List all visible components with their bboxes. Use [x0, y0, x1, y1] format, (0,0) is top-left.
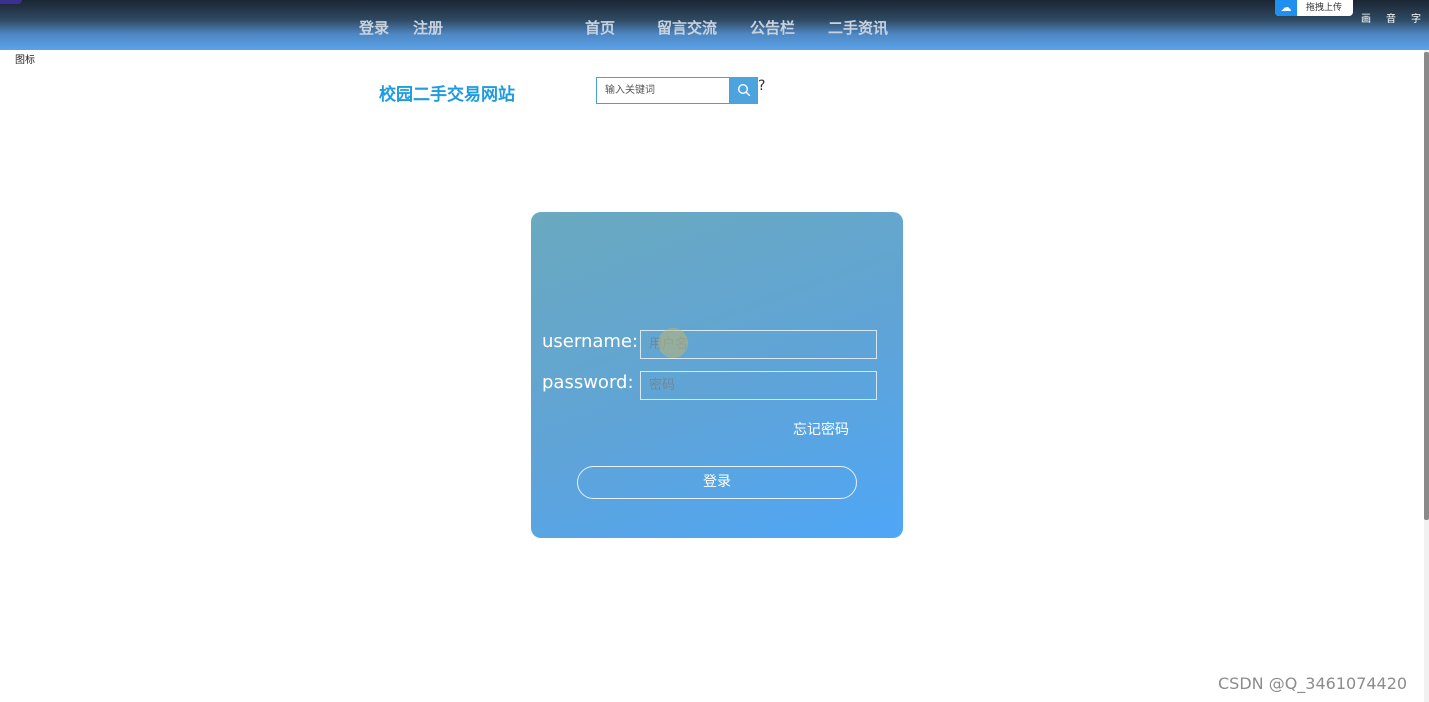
tool-draw[interactable]: 画	[1361, 10, 1371, 25]
password-label: password:	[542, 372, 634, 393]
cloud-upload-icon: ☁	[1275, 0, 1297, 16]
nav-link-login[interactable]: 登录	[359, 18, 389, 38]
nav-link-news[interactable]: 二手资讯	[828, 18, 888, 38]
tool-audio[interactable]: 音	[1386, 10, 1396, 25]
nav-link-register[interactable]: 注册	[413, 18, 443, 38]
login-submit-button[interactable]: 登录	[577, 466, 857, 499]
nav-link-home[interactable]: 首页	[585, 18, 615, 38]
tool-text[interactable]: 字	[1411, 10, 1421, 25]
forgot-password-link[interactable]: 忘记密码	[793, 419, 849, 439]
upload-button[interactable]: ☁ 拖拽上传	[1275, 0, 1353, 16]
nav-link-messages[interactable]: 留言交流	[657, 18, 717, 38]
scrollbar-thumb[interactable]	[1424, 52, 1429, 520]
nav-link-notice-board[interactable]: 公告栏	[750, 18, 795, 38]
stray-text: ?	[758, 78, 766, 94]
search-button[interactable]	[730, 77, 758, 104]
broken-image-icon: 图标	[15, 55, 35, 66]
page-scrollbar[interactable]	[1424, 50, 1429, 702]
upload-label: 拖拽上传	[1306, 3, 1343, 13]
site-title: 校园二手交易网站	[379, 85, 515, 105]
top-nav-bar: 登录 注册 首页 留言交流 公告栏 二手资讯 ☁ 拖拽上传 画 音 字	[0, 0, 1429, 50]
csdn-watermark: CSDN @Q_3461074420	[1218, 674, 1408, 693]
mouse-cursor-highlight	[658, 328, 688, 358]
search-bar	[596, 77, 758, 104]
search-input[interactable]	[596, 77, 730, 104]
window-corner-marker	[0, 0, 22, 4]
password-input[interactable]	[640, 371, 877, 400]
search-icon	[737, 83, 751, 97]
username-label: username:	[542, 331, 639, 352]
